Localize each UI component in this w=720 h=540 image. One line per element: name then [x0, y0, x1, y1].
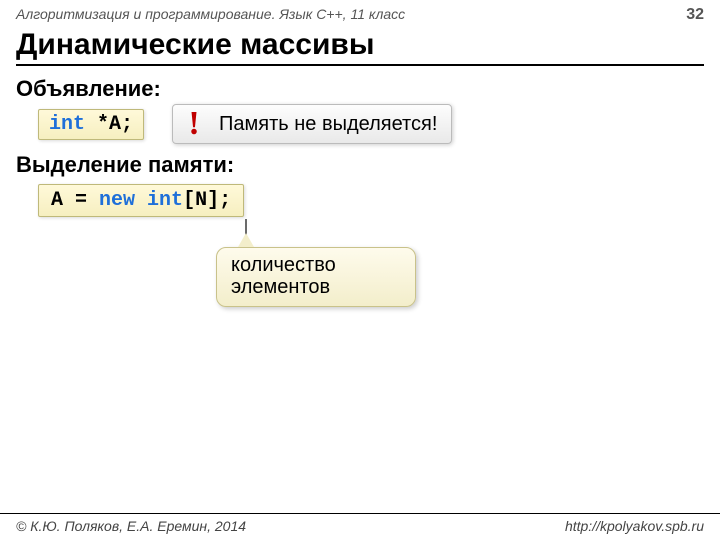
footer-url: http://kpolyakov.spb.ru: [565, 518, 704, 534]
warning-icon: !: [173, 107, 215, 141]
callout-tail: [238, 233, 254, 247]
code-declaration: int *A;: [38, 109, 144, 140]
code-text: A =: [51, 189, 99, 212]
keyword-int: int: [49, 113, 85, 136]
code-text: [N];: [183, 189, 231, 212]
copyright: © К.Ю. Поляков, Е.А. Еремин, 2014: [16, 518, 246, 534]
code-text: [135, 189, 147, 212]
callout-box: количество элементов: [216, 247, 416, 307]
keyword-new: new: [99, 189, 135, 212]
keyword-int: int: [147, 189, 183, 212]
code-text: *A;: [85, 113, 133, 136]
allocation-label: Выделение памяти:: [16, 152, 704, 178]
code-allocation: A = new int[N];: [38, 184, 244, 217]
course-title: Алгоритмизация и программирование. Язык …: [16, 6, 405, 22]
declaration-label: Объявление:: [16, 76, 704, 102]
page-number: 32: [686, 6, 704, 24]
warning-text: Память не выделяется!: [215, 113, 437, 136]
warning-box: ! Память не выделяется!: [172, 104, 452, 144]
slide-title: Динамические массивы: [0, 24, 720, 64]
